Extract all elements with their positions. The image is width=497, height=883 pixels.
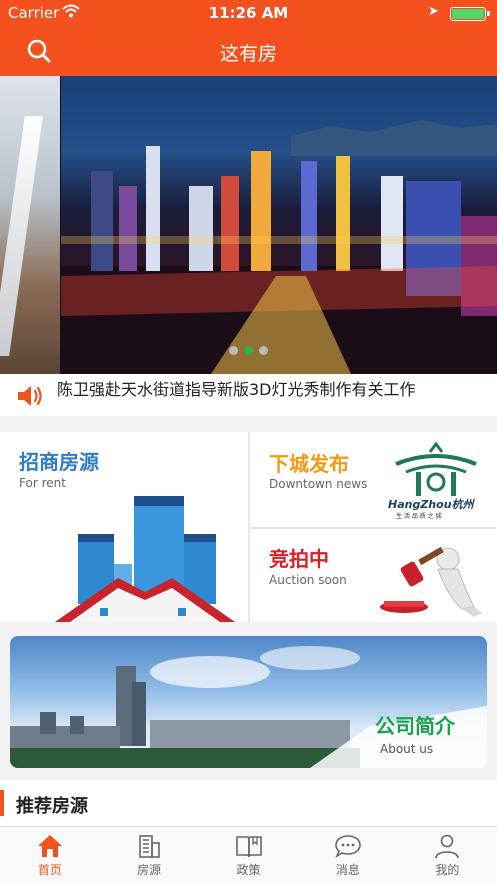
- tab-profile[interactable]: 我的: [398, 827, 497, 883]
- downtown-news-title: 下城发布: [269, 452, 349, 476]
- banner-image-city-night[interactable]: [61, 76, 497, 374]
- status-time: 11:26 AM: [208, 4, 289, 22]
- tab-home[interactable]: 首页: [0, 827, 99, 883]
- about-us-card[interactable]: 公司简介 About us: [10, 636, 487, 768]
- for-rent-subtitle: For rent: [19, 476, 66, 490]
- auction-subtitle: Auction soon: [269, 573, 347, 587]
- tab-listings[interactable]: 房源: [99, 827, 198, 883]
- book-icon: [235, 836, 262, 858]
- auction-card[interactable]: 竞拍中 Auction soon: [250, 529, 497, 622]
- tab-listings-label: 房源: [137, 863, 162, 877]
- tab-messages[interactable]: 消息: [298, 827, 397, 883]
- downtown-news-subtitle: Downtown news: [269, 477, 368, 491]
- home-icon: [37, 835, 62, 857]
- auction-title: 竞拍中: [269, 547, 329, 571]
- carousel-dot-active[interactable]: [244, 346, 253, 355]
- about-us-title: 公司简介: [375, 714, 455, 738]
- banner-previous-image: [0, 76, 60, 374]
- for-rent-title: 招商房源: [19, 450, 99, 474]
- message-icon: [335, 835, 361, 858]
- battery-icon: [450, 7, 490, 21]
- city-skyline-illustration: [61, 120, 497, 374]
- buildings-icon: [55, 496, 235, 622]
- speaker-icon: [18, 386, 42, 406]
- recommended-title: 推荐房源: [16, 796, 88, 817]
- hangzhou-logo-subtext: 生 活 品 质 之 城: [396, 513, 442, 520]
- feature-grid: 招商房源 For rent 下城发布 Downtown news HangZho…: [0, 432, 497, 622]
- carousel-page-indicator[interactable]: [229, 346, 268, 355]
- location-icon: ➤: [428, 4, 439, 19]
- carousel-dot[interactable]: [259, 346, 268, 355]
- announcement-bar[interactable]: 陈卫强赴天水街道指导新版3D灯光秀制作有关工作: [0, 374, 497, 416]
- navigation-bar: 这有房: [0, 26, 497, 76]
- about-us-subtitle: About us: [380, 742, 434, 756]
- recommended-section-header: 推荐房源: [0, 780, 497, 826]
- hangzhou-logo-text: HangZhou杭州: [388, 498, 474, 511]
- tab-policy[interactable]: 政策: [199, 827, 298, 883]
- person-icon: [435, 834, 460, 859]
- tab-policy-label: 政策: [236, 863, 261, 877]
- announcement-text[interactable]: 陈卫强赴天水街道指导新版3D灯光秀制作有关工作: [57, 376, 416, 400]
- for-rent-card[interactable]: 招商房源 For rent: [0, 432, 248, 622]
- hangzhou-logo-icon: [395, 442, 477, 496]
- downtown-news-card[interactable]: 下城发布 Downtown news HangZhou杭州 生 活 品 质 之 …: [250, 432, 497, 527]
- banner-carousel[interactable]: [0, 76, 497, 374]
- carousel-dot[interactable]: [229, 346, 238, 355]
- building-icon: [139, 835, 160, 858]
- status-bar: Carrier 11:26 AM ➤: [0, 0, 497, 26]
- tab-home-label: 首页: [37, 863, 62, 877]
- tab-bar: 首页 房源 政策 消息 我的: [0, 826, 497, 883]
- page-title: 这有房: [219, 43, 277, 65]
- tab-profile-label: 我的: [435, 863, 460, 877]
- tab-messages-label: 消息: [335, 863, 360, 877]
- auction-gavel-icon: [380, 546, 482, 617]
- section-accent-bar: [0, 790, 4, 816]
